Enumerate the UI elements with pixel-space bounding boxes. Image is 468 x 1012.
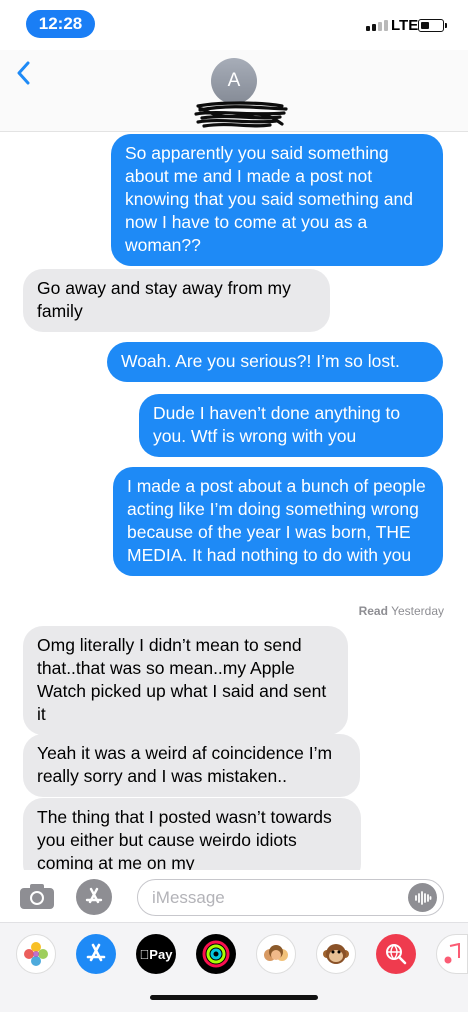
status-time[interactable]: 12:28 [26, 10, 95, 38]
conversation-header: A [0, 50, 468, 132]
read-receipt-time: Yesterday [391, 604, 444, 618]
apple-logo-icon:  [140, 947, 150, 962]
apple-pay-label: Pay [144, 946, 172, 962]
message-bubble-outgoing[interactable]: So apparently you said something about m… [111, 134, 443, 266]
app-store-button[interactable] [76, 879, 112, 915]
message-bubble-incoming[interactable]: Go away and stay away from my family [23, 269, 330, 332]
music-note-icon [444, 943, 460, 964]
message-input-placeholder: iMessage [152, 888, 225, 907]
message-bubble-outgoing[interactable]: I made a post about a bunch of people ac… [113, 467, 443, 576]
read-receipt-label: Read [358, 604, 388, 618]
memoji-app-button[interactable] [256, 934, 296, 974]
app-store-app-button[interactable] [76, 934, 116, 974]
activity-app-button[interactable] [196, 934, 236, 974]
network-type: LTE [391, 17, 419, 34]
music-app-button[interactable] [436, 934, 468, 974]
apple-pay-app-button[interactable]: Pay [136, 934, 176, 974]
waveform-icon [414, 890, 431, 905]
app-store-icon [86, 943, 106, 962]
redaction-scribble [194, 101, 288, 128]
app-store-icon [85, 887, 103, 904]
contact-avatar[interactable]: A [211, 58, 257, 104]
message-bubble-incoming[interactable]: The thing that I posted wasn’t towards y… [23, 798, 361, 870]
photos-app-button[interactable] [16, 934, 56, 974]
message-bubble-outgoing[interactable]: Dude I haven’t done anything to you. Wtf… [139, 394, 443, 457]
memoji-icon [264, 945, 288, 961]
avatar-initial: A [227, 70, 241, 91]
message-bubble-outgoing[interactable]: Woah. Are you serious?! I’m so lost. [107, 342, 443, 382]
message-bubble-incoming[interactable]: Omg literally I didn’t mean to send that… [23, 626, 348, 735]
web-search-app-button[interactable] [376, 934, 416, 974]
audio-record-button[interactable] [408, 883, 437, 912]
message-bubble-incoming[interactable]: Yeah it was a weird af coincidence I’m r… [23, 734, 360, 797]
message-input[interactable]: iMessage [137, 879, 444, 916]
message-thread[interactable]: So apparently you said something about m… [0, 130, 468, 870]
animoji-app-button[interactable] [316, 934, 356, 974]
camera-icon[interactable] [19, 883, 55, 910]
photos-icon [24, 942, 48, 966]
battery-icon [418, 19, 447, 32]
home-indicator[interactable] [150, 995, 318, 1000]
back-button[interactable] [10, 58, 36, 88]
status-bar: 12:28 LTE [0, 0, 468, 50]
signal-strength-icon [366, 20, 388, 31]
monkey-icon [323, 944, 349, 964]
activity-rings-icon [202, 940, 230, 968]
read-receipt: Read Yesterday [359, 604, 444, 618]
chevron-left-icon [17, 61, 30, 85]
compose-bar: iMessage [0, 870, 468, 922]
globe-search-icon [386, 944, 407, 965]
